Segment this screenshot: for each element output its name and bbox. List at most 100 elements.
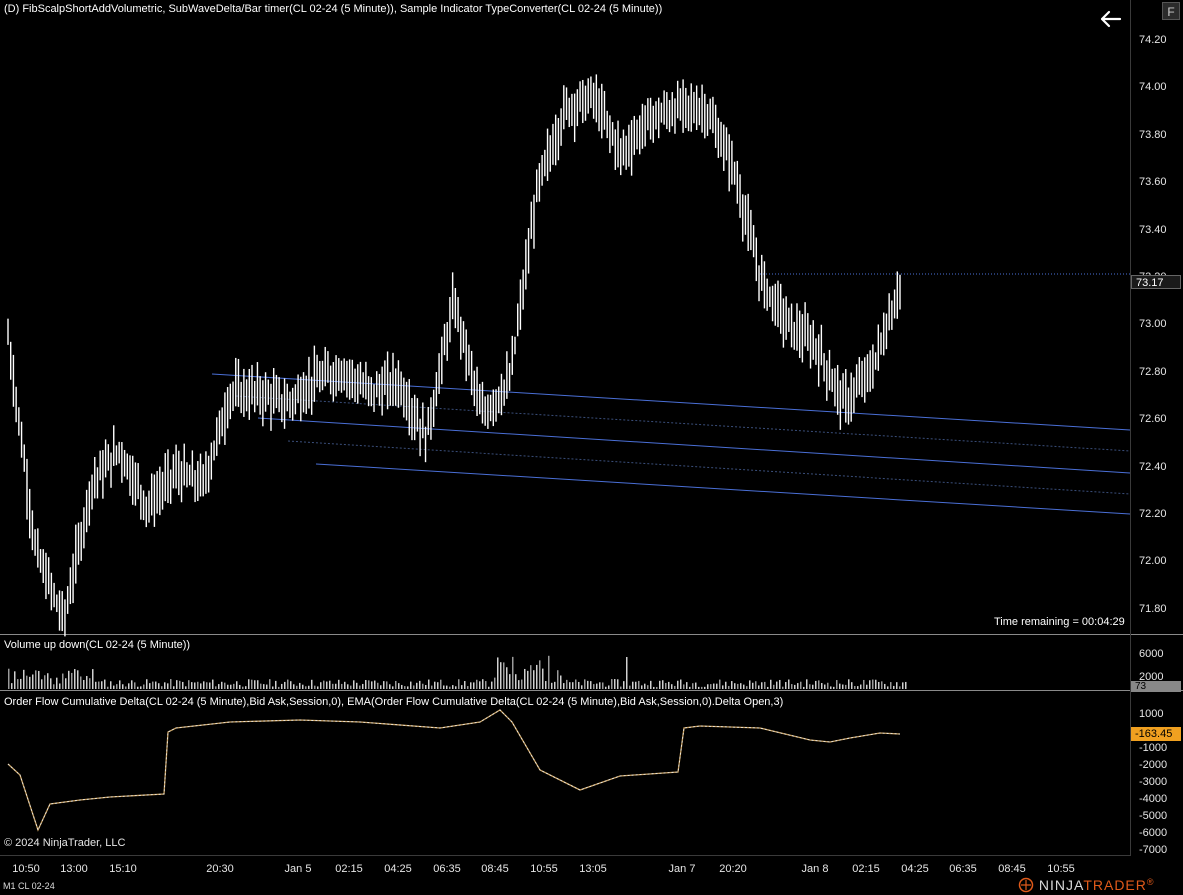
volume-bar bbox=[278, 686, 280, 689]
time-tick-label: 08:45 bbox=[481, 863, 509, 875]
volume-bar bbox=[95, 681, 97, 689]
volume-bar bbox=[638, 680, 640, 689]
delta-tick-label: -3000 bbox=[1139, 776, 1168, 788]
volume-bar bbox=[302, 684, 304, 689]
volume-bar bbox=[755, 681, 757, 689]
volume-bar bbox=[38, 670, 40, 689]
volume-bar bbox=[644, 683, 646, 689]
volume-bar bbox=[572, 682, 574, 689]
volume-bar bbox=[845, 684, 847, 689]
chart-canvas[interactable] bbox=[0, 0, 1183, 895]
volume-bar bbox=[266, 684, 268, 689]
volume-bar bbox=[323, 680, 325, 689]
volume-bar bbox=[74, 669, 76, 689]
time-tick-label: 10:55 bbox=[1047, 863, 1075, 875]
volume-bar bbox=[701, 686, 703, 689]
volume-bar bbox=[674, 685, 676, 689]
delta-tick-label: -7000 bbox=[1139, 844, 1168, 856]
volume-bar bbox=[536, 664, 538, 689]
volume-bar bbox=[464, 681, 466, 689]
volume-bar bbox=[434, 681, 436, 689]
volume-bar bbox=[419, 680, 421, 689]
volume-bar bbox=[848, 679, 850, 689]
volume-bar bbox=[830, 686, 832, 689]
volume-bar bbox=[314, 685, 316, 689]
price-tick-label: 73.80 bbox=[1139, 128, 1167, 141]
price-tick-label: 72.40 bbox=[1139, 460, 1167, 473]
volume-bar bbox=[812, 684, 814, 689]
volume-bar bbox=[161, 686, 163, 689]
cumulative-delta-series bbox=[7, 709, 901, 832]
volume-bar bbox=[842, 684, 844, 689]
volume-bar bbox=[458, 679, 460, 689]
volume-bar bbox=[857, 686, 859, 689]
volume-bar bbox=[251, 679, 253, 689]
time-tick-label: Jan 5 bbox=[284, 863, 312, 875]
price-tick-label: 72.20 bbox=[1139, 508, 1167, 520]
volume-bar bbox=[194, 682, 196, 689]
volume-bar bbox=[425, 685, 427, 689]
volume-bar bbox=[635, 681, 637, 689]
volume-bar bbox=[299, 682, 301, 689]
volume-bar bbox=[575, 679, 577, 689]
delta-tick-label: 1000 bbox=[1139, 708, 1164, 720]
volume-bar bbox=[734, 683, 736, 689]
volume-bar bbox=[866, 684, 868, 689]
copyright: © 2024 NinjaTrader, LLC bbox=[4, 837, 126, 849]
volume-bar bbox=[176, 680, 178, 689]
volume-bar bbox=[281, 683, 283, 689]
volume-bar bbox=[53, 684, 55, 689]
volume-bar bbox=[149, 683, 151, 689]
volume-bar bbox=[386, 681, 388, 689]
volume-bar bbox=[533, 670, 535, 689]
volume-bar bbox=[413, 685, 415, 689]
volume-bar bbox=[767, 686, 769, 689]
volume-bar bbox=[461, 685, 463, 689]
volume-bar bbox=[41, 679, 43, 689]
volume-bar bbox=[566, 679, 568, 689]
volume-bar bbox=[467, 686, 469, 689]
time-tick-label: 10:50 bbox=[12, 863, 40, 875]
volume-bar bbox=[77, 670, 79, 689]
volume-bar bbox=[377, 682, 379, 689]
volume-bar bbox=[29, 676, 31, 689]
volume-bar bbox=[431, 685, 433, 689]
volume-bar bbox=[887, 686, 889, 689]
volume-bar bbox=[392, 686, 394, 689]
volume-bar bbox=[140, 686, 142, 689]
time-tick-label: 06:35 bbox=[433, 863, 461, 875]
volume-bar bbox=[671, 684, 673, 689]
volume-bar bbox=[416, 682, 418, 689]
volume-bar bbox=[854, 685, 856, 689]
volume-bar bbox=[209, 682, 211, 689]
volume-bar bbox=[17, 679, 19, 689]
volume-bar bbox=[452, 685, 454, 689]
volume-bar bbox=[101, 681, 103, 689]
volume-panel-title: Volume up down(CL 02-24 (5 Minute)) bbox=[4, 639, 191, 651]
volume-bar bbox=[503, 662, 505, 689]
volume-bar bbox=[443, 685, 445, 689]
volume-bar bbox=[491, 681, 493, 689]
volume-bar bbox=[407, 686, 409, 689]
volume-bar bbox=[899, 686, 901, 689]
volume-bar bbox=[119, 680, 121, 689]
time-tick-label: Jan 8 bbox=[801, 863, 829, 875]
volume-bar bbox=[794, 684, 796, 689]
volume-bar bbox=[722, 685, 724, 689]
volume-bar bbox=[293, 684, 295, 689]
volume-bar bbox=[665, 682, 667, 689]
volume-bar bbox=[224, 682, 226, 689]
volume-bar bbox=[545, 681, 547, 689]
volume-bar bbox=[284, 681, 286, 689]
volume-bar bbox=[512, 656, 514, 689]
volume-bar bbox=[131, 680, 133, 689]
volume-bar bbox=[746, 686, 748, 689]
volume-bar bbox=[833, 686, 835, 689]
price-tick-label: 74.20 bbox=[1139, 34, 1167, 46]
volume-bar bbox=[752, 682, 754, 689]
volume-bar bbox=[440, 679, 442, 689]
volume-bar bbox=[23, 669, 25, 689]
volume-bar bbox=[824, 684, 826, 689]
volume-bar bbox=[764, 681, 766, 689]
volume-bar bbox=[476, 679, 478, 689]
